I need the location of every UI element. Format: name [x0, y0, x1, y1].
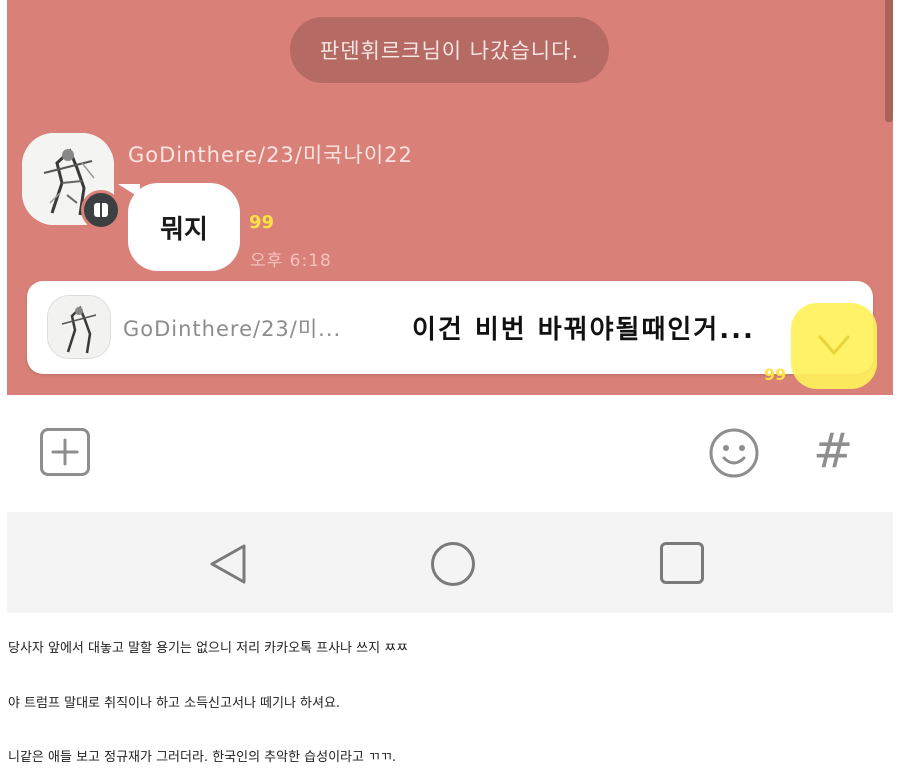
message-bubble[interactable]: 뭐지 [128, 183, 240, 271]
recent-apps-icon[interactable] [660, 542, 704, 584]
system-message: 판덴휘르크님이 나갔습니다. [290, 17, 609, 83]
hashtag-button[interactable]: # [813, 423, 853, 479]
preview-unread-count: 99 [764, 365, 787, 384]
profile-badge-icon [81, 190, 121, 230]
latest-message-preview[interactable]: GoDinthere/23/미... 이건 비번 바꿔야될때인거... [27, 281, 873, 374]
sender-name[interactable]: GoDinthere/23/미국나이22 [128, 139, 413, 169]
back-icon[interactable] [206, 542, 248, 586]
emoji-icon [709, 428, 759, 478]
chevron-down-icon [818, 335, 850, 356]
scroll-down-button[interactable] [791, 303, 877, 389]
caption-line-2: 야 트럼프 말대로 취직이나 하고 소득신고서나 떼기나 하셔요. [8, 696, 341, 711]
preview-avatar [47, 295, 111, 359]
preview-text: 이건 비번 바꿔야될때인거... [412, 315, 755, 345]
attach-button[interactable] [40, 428, 90, 476]
caption-line-1: 당사자 앞에서 대놓고 말할 용기는 없으니 저리 카카오톡 프사나 쓰지 ㅉㅉ [8, 641, 409, 656]
emoji-button[interactable] [708, 427, 760, 479]
preview-avatar-sketch [48, 296, 110, 358]
home-icon[interactable] [431, 542, 475, 586]
caption-line-3: 니같은 애들 보고 정규재가 그러더라. 한국인의 추악한 습성이라고 ㄲㄲ. [8, 750, 397, 765]
plus-icon [51, 438, 79, 466]
preview-sender: GoDinthere/23/미... [123, 317, 342, 341]
chat-scrollbar[interactable] [885, 0, 893, 122]
message-time: 오후 6:18 [250, 251, 332, 271]
unread-count: 99 [249, 212, 275, 233]
chat-area[interactable]: 판덴휘르크님이 나갔습니다. GoDinthere/23/미국나이22 뭐지 9… [7, 0, 893, 395]
android-nav-bar [7, 512, 893, 613]
input-bar: # [7, 395, 893, 512]
phone-screenshot: 판덴휘르크님이 나갔습니다. GoDinthere/23/미국나이22 뭐지 9… [7, 0, 893, 613]
